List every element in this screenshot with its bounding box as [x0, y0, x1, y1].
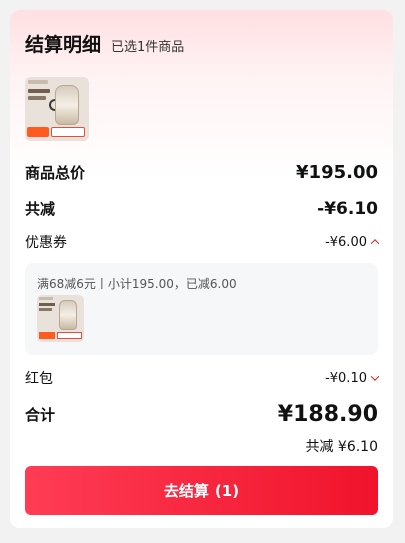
chevron-down-icon[interactable] [370, 372, 380, 381]
panel-title: 结算明细 [25, 34, 102, 56]
selected-count: 已选1件商品 [111, 40, 185, 55]
red-packet-toggle[interactable]: -¥0.10 [325, 370, 380, 386]
checkout-count: (1) [214, 481, 240, 500]
sum-row: 合计 ¥188.90 [25, 402, 378, 427]
sum-value: ¥188.90 [277, 402, 378, 427]
coupon-label: 优惠券 [25, 235, 67, 251]
total-reduce-row: 共减 -¥6.10 [25, 198, 378, 219]
total-reduce-value: -¥6.10 [317, 198, 378, 219]
coupon-row[interactable]: 优惠券 -¥6.00 [25, 232, 380, 252]
checkout-label: 去结算 [163, 482, 209, 500]
checkout-button[interactable]: 去结算 (1) [25, 466, 378, 515]
total-price-row: 商品总价 ¥195.00 [25, 162, 378, 183]
total-reduce-label: 共减 [25, 200, 56, 218]
coupon-detail-box: 满68减6元丨小计195.00，已减6.00 [25, 263, 378, 355]
panel-header: 结算明细 已选1件商品 [25, 30, 184, 57]
coupon-value: -¥6.00 [325, 234, 367, 250]
total-price-value: ¥195.00 [296, 162, 378, 183]
saved-row: 共减 ¥6.10 [25, 436, 378, 456]
chevron-up-icon[interactable] [370, 239, 380, 248]
red-packet-label: 红包 [25, 371, 53, 387]
product-thumbnail[interactable] [25, 77, 89, 141]
red-packet-row[interactable]: 红包 -¥0.10 [25, 368, 380, 388]
saved-text: 共减 ¥6.10 [305, 439, 378, 455]
product-image [25, 77, 89, 141]
coupon-product-thumbnail[interactable] [37, 295, 84, 342]
red-packet-value: -¥0.10 [325, 370, 367, 386]
checkout-detail-panel: 结算明细 已选1件商品 商品总价 ¥195.00 共减 -¥6.10 优惠券 -… [10, 10, 393, 528]
total-price-label: 商品总价 [25, 164, 86, 182]
sum-label: 合计 [25, 406, 56, 424]
coupon-detail-text: 满68减6元丨小计195.00，已减6.00 [37, 277, 237, 291]
coupon-toggle[interactable]: -¥6.00 [325, 234, 380, 250]
